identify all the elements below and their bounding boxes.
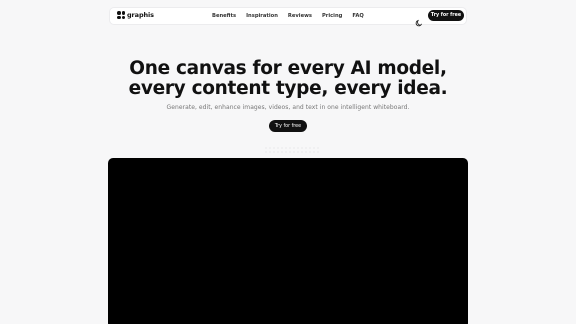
- nav-try-free-button[interactable]: Try for free: [428, 10, 464, 21]
- decorative-dot-grid: [265, 147, 319, 153]
- moon-icon[interactable]: [415, 12, 423, 27]
- hero-title-line-2: every content type, every idea.: [128, 78, 448, 99]
- nav-link-benefits[interactable]: Benefits: [212, 13, 236, 19]
- nav-link-inspiration[interactable]: Inspiration: [246, 13, 278, 19]
- nav-link-pricing[interactable]: Pricing: [322, 13, 342, 19]
- nav-link-faq[interactable]: FAQ: [352, 13, 363, 19]
- hero-title: One canvas for every AI model, every con…: [0, 59, 576, 99]
- logo-icon: [117, 11, 125, 19]
- brand-logo[interactable]: graphis: [117, 11, 154, 19]
- hero-title-line-1: One canvas for every AI model,: [129, 58, 447, 79]
- hero-try-free-button[interactable]: Try for free: [269, 120, 307, 132]
- nav-links: Benefits Inspiration Reviews Pricing FAQ: [212, 8, 364, 24]
- nav-link-reviews[interactable]: Reviews: [288, 13, 312, 19]
- hero-subtitle: Generate, edit, enhance images, videos, …: [166, 104, 410, 111]
- brand-name: graphis: [127, 11, 154, 19]
- landing-page: graphis Benefits Inspiration Reviews Pri…: [0, 0, 576, 324]
- hero-video-player[interactable]: [108, 158, 468, 324]
- top-navbar: graphis Benefits Inspiration Reviews Pri…: [109, 7, 467, 27]
